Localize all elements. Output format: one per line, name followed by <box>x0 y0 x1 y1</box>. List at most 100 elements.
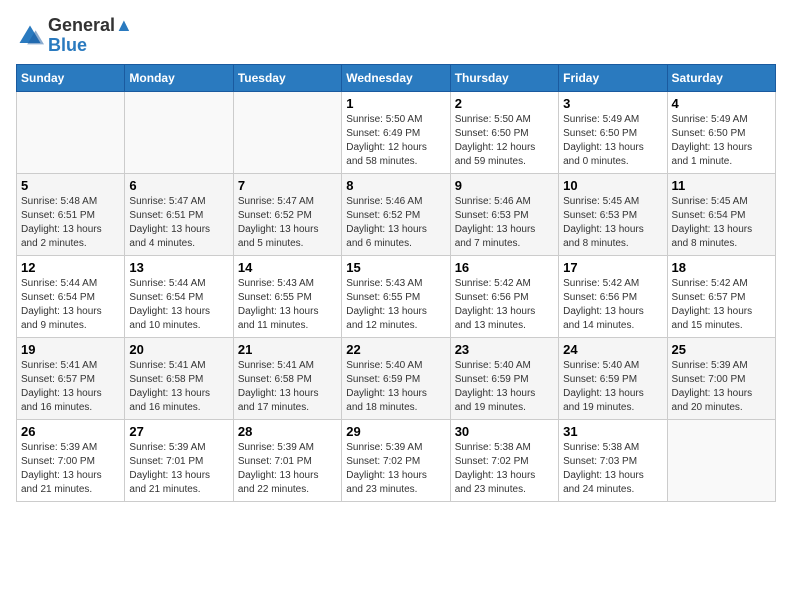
day-number: 28 <box>238 424 337 439</box>
day-info: Sunrise: 5:41 AMSunset: 6:57 PMDaylight:… <box>21 359 120 415</box>
day-header-friday: Friday <box>559 64 667 91</box>
calendar-cell: 25 Sunrise: 5:39 AMSunset: 7:00 PMDayligh… <box>667 337 775 419</box>
week-row-5: 26 Sunrise: 5:39 AMSunset: 7:00 PMDayligh… <box>17 419 776 501</box>
day-header-saturday: Saturday <box>667 64 775 91</box>
day-info: Sunrise: 5:45 AMSunset: 6:54 PMDaylight:… <box>672 195 771 251</box>
day-header-wednesday: Wednesday <box>342 64 450 91</box>
day-info: Sunrise: 5:48 AMSunset: 6:51 PMDaylight:… <box>21 195 120 251</box>
day-number: 25 <box>672 342 771 357</box>
calendar-cell: 31 Sunrise: 5:38 AMSunset: 7:03 PMDayligh… <box>559 419 667 501</box>
calendar-cell: 18 Sunrise: 5:42 AMSunset: 6:57 PMDayligh… <box>667 255 775 337</box>
logo: General▲Blue <box>16 16 133 56</box>
day-number: 22 <box>346 342 445 357</box>
day-info: Sunrise: 5:43 AMSunset: 6:55 PMDaylight:… <box>346 277 445 333</box>
calendar-cell: 27 Sunrise: 5:39 AMSunset: 7:01 PMDayligh… <box>125 419 233 501</box>
day-info: Sunrise: 5:41 AMSunset: 6:58 PMDaylight:… <box>129 359 228 415</box>
week-row-4: 19Sunrise: 5:41 AMSunset: 6:57 PMDayligh… <box>17 337 776 419</box>
day-number: 10 <box>563 178 662 193</box>
day-info: Sunrise: 5:42 AMSunset: 6:56 PMDaylight:… <box>455 277 554 333</box>
day-info: Sunrise: 5:44 AMSunset: 6:54 PMDaylight:… <box>21 277 120 333</box>
day-number: 11 <box>672 178 771 193</box>
day-info: Sunrise: 5:38 AMSunset: 7:02 PMDaylight:… <box>455 441 554 497</box>
calendar-cell: 5 Sunrise: 5:48 AMSunset: 6:51 PMDaylight… <box>17 173 125 255</box>
calendar-cell: 24Sunrise: 5:40 AMSunset: 6:59 PMDayligh… <box>559 337 667 419</box>
calendar-cell: 30Sunrise: 5:38 AMSunset: 7:02 PMDayligh… <box>450 419 558 501</box>
calendar-cell: 22 Sunrise: 5:40 AMSunset: 6:59 PMDayligh… <box>342 337 450 419</box>
calendar-cell: 20 Sunrise: 5:41 AMSunset: 6:58 PMDayligh… <box>125 337 233 419</box>
day-info: Sunrise: 5:47 AMSunset: 6:51 PMDaylight:… <box>129 195 228 251</box>
day-info: Sunrise: 5:46 AMSunset: 6:52 PMDaylight:… <box>346 195 445 251</box>
day-number: 20 <box>129 342 228 357</box>
day-header-tuesday: Tuesday <box>233 64 341 91</box>
calendar-cell: 19Sunrise: 5:41 AMSunset: 6:57 PMDayligh… <box>17 337 125 419</box>
day-info: Sunrise: 5:39 AMSunset: 7:00 PMDaylight:… <box>21 441 120 497</box>
day-number: 6 <box>129 178 228 193</box>
day-info: Sunrise: 5:50 AMSunset: 6:50 PMDaylight:… <box>455 113 554 169</box>
calendar-cell: 3 Sunrise: 5:49 AMSunset: 6:50 PMDaylight… <box>559 91 667 173</box>
calendar-cell: 7 Sunrise: 5:47 AMSunset: 6:52 PMDaylight… <box>233 173 341 255</box>
day-number: 26 <box>21 424 120 439</box>
day-info: Sunrise: 5:49 AMSunset: 6:50 PMDaylight:… <box>672 113 771 169</box>
day-number: 7 <box>238 178 337 193</box>
week-row-1: 1Sunrise: 5:50 AMSunset: 6:49 PMDaylight… <box>17 91 776 173</box>
day-number: 27 <box>129 424 228 439</box>
day-info: Sunrise: 5:39 AMSunset: 7:01 PMDaylight:… <box>129 441 228 497</box>
day-info: Sunrise: 5:40 AMSunset: 6:59 PMDaylight:… <box>455 359 554 415</box>
calendar-cell: 12 Sunrise: 5:44 AMSunset: 6:54 PMDayligh… <box>17 255 125 337</box>
day-info: Sunrise: 5:42 AMSunset: 6:56 PMDaylight:… <box>563 277 662 333</box>
calendar-table: SundayMondayTuesdayWednesdayThursdayFrid… <box>16 64 776 502</box>
day-headers-row: SundayMondayTuesdayWednesdayThursdayFrid… <box>17 64 776 91</box>
calendar-cell: 4 Sunrise: 5:49 AMSunset: 6:50 PMDaylight… <box>667 91 775 173</box>
calendar-cell: 9 Sunrise: 5:46 AMSunset: 6:53 PMDaylight… <box>450 173 558 255</box>
day-number: 24 <box>563 342 662 357</box>
logo-icon <box>16 22 44 50</box>
day-info: Sunrise: 5:45 AMSunset: 6:53 PMDaylight:… <box>563 195 662 251</box>
calendar-cell <box>125 91 233 173</box>
day-number: 17 <box>563 260 662 275</box>
day-number: 16 <box>455 260 554 275</box>
day-info: Sunrise: 5:38 AMSunset: 7:03 PMDaylight:… <box>563 441 662 497</box>
day-number: 9 <box>455 178 554 193</box>
day-info: Sunrise: 5:39 AMSunset: 7:00 PMDaylight:… <box>672 359 771 415</box>
day-info: Sunrise: 5:44 AMSunset: 6:54 PMDaylight:… <box>129 277 228 333</box>
day-header-sunday: Sunday <box>17 64 125 91</box>
day-info: Sunrise: 5:46 AMSunset: 6:53 PMDaylight:… <box>455 195 554 251</box>
day-info: Sunrise: 5:40 AMSunset: 6:59 PMDaylight:… <box>346 359 445 415</box>
day-number: 13 <box>129 260 228 275</box>
day-info: Sunrise: 5:47 AMSunset: 6:52 PMDaylight:… <box>238 195 337 251</box>
calendar-cell: 11 Sunrise: 5:45 AMSunset: 6:54 PMDayligh… <box>667 173 775 255</box>
page-header: General▲Blue <box>16 16 776 56</box>
calendar-cell: 17 Sunrise: 5:42 AMSunset: 6:56 PMDayligh… <box>559 255 667 337</box>
calendar-cell: 26 Sunrise: 5:39 AMSunset: 7:00 PMDayligh… <box>17 419 125 501</box>
day-number: 18 <box>672 260 771 275</box>
calendar-cell: 8Sunrise: 5:46 AMSunset: 6:52 PMDaylight… <box>342 173 450 255</box>
day-number: 4 <box>672 96 771 111</box>
week-row-2: 5 Sunrise: 5:48 AMSunset: 6:51 PMDaylight… <box>17 173 776 255</box>
day-number: 1 <box>346 96 445 111</box>
day-number: 3 <box>563 96 662 111</box>
calendar-cell <box>17 91 125 173</box>
calendar-cell: 15Sunrise: 5:43 AMSunset: 6:55 PMDayligh… <box>342 255 450 337</box>
calendar-cell: 23 Sunrise: 5:40 AMSunset: 6:59 PMDayligh… <box>450 337 558 419</box>
calendar-cell: 13 Sunrise: 5:44 AMSunset: 6:54 PMDayligh… <box>125 255 233 337</box>
day-header-thursday: Thursday <box>450 64 558 91</box>
day-info: Sunrise: 5:43 AMSunset: 6:55 PMDaylight:… <box>238 277 337 333</box>
calendar-cell: 10 Sunrise: 5:45 AMSunset: 6:53 PMDayligh… <box>559 173 667 255</box>
day-number: 12 <box>21 260 120 275</box>
day-number: 21 <box>238 342 337 357</box>
day-number: 31 <box>563 424 662 439</box>
logo-text: General▲Blue <box>48 16 133 56</box>
day-info: Sunrise: 5:49 AMSunset: 6:50 PMDaylight:… <box>563 113 662 169</box>
calendar-cell: 28Sunrise: 5:39 AMSunset: 7:01 PMDayligh… <box>233 419 341 501</box>
day-number: 23 <box>455 342 554 357</box>
calendar-cell: 16 Sunrise: 5:42 AMSunset: 6:56 PMDayligh… <box>450 255 558 337</box>
day-info: Sunrise: 5:39 AMSunset: 7:02 PMDaylight:… <box>346 441 445 497</box>
calendar-cell: 2Sunrise: 5:50 AMSunset: 6:50 PMDaylight… <box>450 91 558 173</box>
calendar-cell: 6 Sunrise: 5:47 AMSunset: 6:51 PMDaylight… <box>125 173 233 255</box>
day-info: Sunrise: 5:42 AMSunset: 6:57 PMDaylight:… <box>672 277 771 333</box>
calendar-cell <box>667 419 775 501</box>
day-info: Sunrise: 5:41 AMSunset: 6:58 PMDaylight:… <box>238 359 337 415</box>
day-header-monday: Monday <box>125 64 233 91</box>
calendar-cell: 29Sunrise: 5:39 AMSunset: 7:02 PMDayligh… <box>342 419 450 501</box>
day-number: 5 <box>21 178 120 193</box>
